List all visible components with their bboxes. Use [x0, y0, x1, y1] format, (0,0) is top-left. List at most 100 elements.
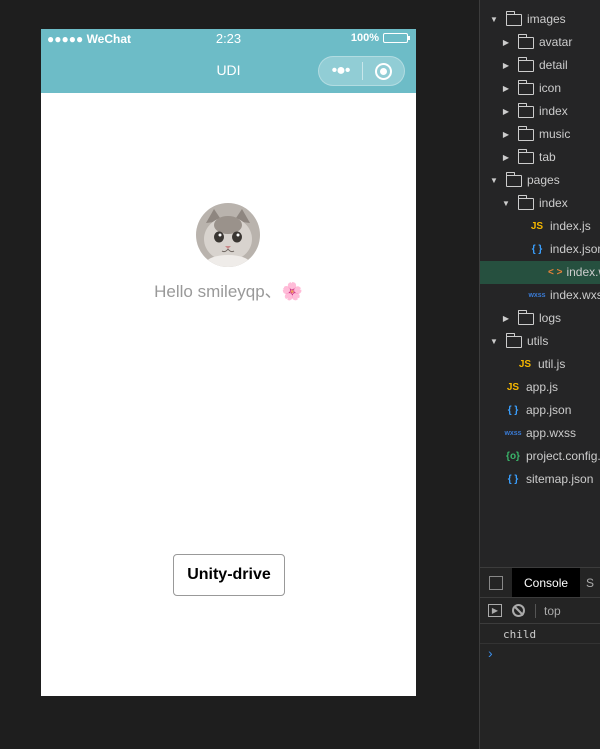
tree-item[interactable]: ▶ detail [500, 54, 568, 77]
console-tabs: Console S [480, 568, 600, 598]
tab-sources[interactable]: S [580, 576, 594, 590]
tree-item[interactable]: wxss app.wxss [488, 422, 576, 445]
tab-console[interactable]: Console [512, 568, 581, 597]
wxml-file-icon: < > [548, 267, 563, 278]
close-icon [375, 62, 392, 80]
tree-item-label: index.json [550, 242, 600, 256]
caret-right-icon[interactable]: ▶ [500, 123, 512, 146]
folder-icon [518, 102, 534, 118]
tree-item[interactable]: { } index.json [512, 238, 600, 261]
tree-item-label: index.wxml [566, 265, 600, 279]
unity-drive-button[interactable]: Unity-drive [173, 554, 285, 596]
tree-item[interactable]: ▼ images [488, 8, 566, 31]
tree-item-label: pages [527, 173, 560, 187]
tree-item[interactable]: ▶ icon [500, 77, 561, 100]
caret-down-icon[interactable]: ▼ [488, 330, 500, 353]
console-log-line: child [480, 624, 600, 644]
tree-item-label: icon [539, 81, 562, 95]
js-file-icon: JS [530, 221, 544, 232]
caret-right-icon[interactable]: ▶ [500, 54, 512, 77]
inspect-element-button[interactable] [480, 575, 512, 590]
tree-item[interactable]: { } sitemap.json [488, 468, 594, 491]
tree-item-label: utils [527, 334, 549, 348]
caret-right-icon[interactable]: ▶ [500, 77, 512, 100]
folder-icon [518, 33, 534, 49]
tree-item[interactable]: ▼ index [500, 192, 568, 215]
clear-console-icon[interactable] [512, 604, 525, 617]
tree-item-label: app.json [526, 403, 572, 417]
folder-icon [518, 125, 534, 141]
file-explorer: ▼ images ▶ avatar ▶ detail ▶ icon ▶ index ▶ music ▶ t… [479, 0, 600, 567]
tree-item[interactable]: ▶ music [500, 123, 570, 146]
tree-item[interactable]: wxss index.wxss [512, 284, 600, 307]
folder-icon [518, 56, 534, 72]
tree-item-label: index [539, 104, 568, 118]
tree-item-label: avatar [539, 35, 573, 49]
wxss-file-icon: wxss [528, 292, 546, 299]
flower-icon: 🌸 [281, 282, 303, 301]
wxss-file-icon: wxss [504, 430, 522, 437]
tree-item-label: app.wxss [526, 426, 577, 440]
greeting-text: Hello smileyqp、🌸 [41, 277, 416, 302]
tree-item-label: index.js [550, 219, 591, 233]
folder-open-icon [518, 194, 534, 210]
tree-item-label: index.wxss [550, 288, 600, 302]
tree-item[interactable]: JS util.js [500, 353, 565, 376]
caret-right-icon[interactable]: ▶ [500, 100, 512, 123]
tree-item-label: images [527, 12, 566, 26]
menu-capsule: •●• [318, 56, 405, 86]
folder-open-icon [506, 171, 522, 187]
folder-icon [518, 79, 534, 95]
tree-item-label: app.js [526, 380, 559, 394]
cfg-file-icon: {o} [506, 451, 520, 462]
close-button[interactable] [363, 62, 404, 80]
navigation-bar: UDI •●• [41, 49, 416, 93]
page-content: Hello smileyqp、🌸 Unity-drive [41, 93, 416, 696]
console-panel: Console S ▶ top child › [479, 567, 600, 749]
tree-item[interactable]: ▼ utils [488, 330, 548, 353]
status-bar: ●●●●● WeChat 2:23 100% [41, 29, 416, 49]
tree-item[interactable]: JS app.js [488, 376, 558, 399]
tree-item[interactable]: ▶ index [500, 100, 568, 123]
battery-icon [383, 33, 410, 43]
tree-item[interactable]: JS index.js [512, 215, 591, 238]
battery-percent: 100% [350, 32, 379, 44]
sidebar-toggle-icon[interactable]: ▶ [488, 604, 502, 617]
cat-avatar-image [196, 203, 260, 267]
console-toolbar: ▶ top [480, 598, 600, 624]
tree-item[interactable]: {o} project.config.json [488, 445, 600, 468]
json-file-icon: { } [507, 405, 519, 416]
js-file-icon: JS [506, 382, 520, 393]
tree-item-label: tab [539, 150, 556, 164]
inspect-icon [489, 575, 503, 590]
caret-down-icon[interactable]: ▼ [488, 8, 500, 31]
caret-right-icon[interactable]: ▶ [500, 307, 512, 330]
folder-open-icon [506, 10, 522, 26]
battery-indicator: 100% [350, 32, 410, 44]
json-file-icon: { } [531, 244, 543, 255]
tree-item-label: project.config.json [526, 449, 600, 463]
more-icon[interactable]: •●• [319, 56, 362, 86]
folder-open-icon [506, 332, 522, 348]
tree-item-label: index [539, 196, 568, 210]
tree-item[interactable]: < >index.wxml [480, 261, 600, 284]
tree-item[interactable]: ▶ avatar [500, 31, 572, 54]
tree-item[interactable]: ▶ tab [500, 146, 556, 169]
greeting-label: Hello smileyqp、 [154, 282, 282, 301]
caret-down-icon[interactable]: ▼ [488, 169, 500, 192]
caret-right-icon[interactable]: ▶ [500, 146, 512, 169]
folder-icon [518, 309, 534, 325]
tree-item[interactable]: ▶ logs [500, 307, 561, 330]
tree-item-label: detail [539, 58, 568, 72]
caret-down-icon[interactable]: ▼ [500, 192, 512, 215]
tree-item[interactable]: ▼ pages [488, 169, 560, 192]
js-file-icon: JS [518, 359, 532, 370]
user-avatar[interactable] [196, 203, 260, 267]
context-selector[interactable]: top [535, 603, 561, 618]
caret-right-icon[interactable]: ▶ [500, 31, 512, 54]
folder-icon [518, 148, 534, 164]
console-prompt[interactable]: › [480, 644, 600, 662]
tree-item-label: music [539, 127, 571, 141]
json-file-icon: { } [507, 474, 519, 485]
tree-item[interactable]: { } app.json [488, 399, 572, 422]
